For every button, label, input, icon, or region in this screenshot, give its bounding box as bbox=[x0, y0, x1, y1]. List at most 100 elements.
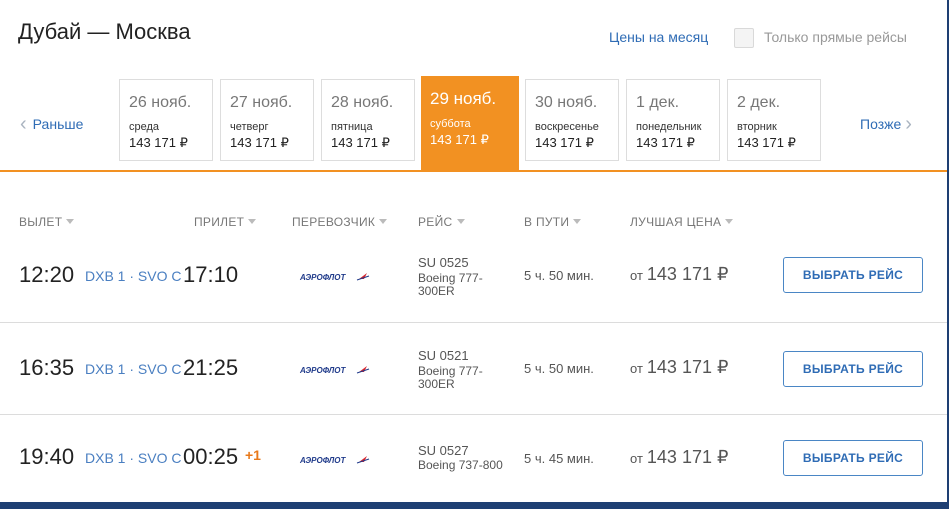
carrier-logo-text: АЭРОФЛОТ bbox=[299, 273, 346, 282]
price-prefix: от bbox=[630, 361, 643, 376]
price-amount: 143 171 ₽ bbox=[646, 264, 729, 284]
date-price: 143 171 ₽ bbox=[331, 135, 390, 150]
aircraft-type: Boeing 737-800 bbox=[418, 458, 503, 472]
date-card[interactable]: 27 нояб. четверг 143 171 ₽ bbox=[220, 79, 314, 161]
date-card[interactable]: 30 нояб. воскресенье 143 171 ₽ bbox=[525, 79, 619, 161]
departure-time: 19:40 bbox=[19, 444, 75, 469]
sort-caret-icon bbox=[379, 219, 388, 224]
column-header-departure[interactable]: ВЫЛЕТ bbox=[19, 215, 75, 229]
sort-caret-icon bbox=[248, 219, 257, 224]
date-card[interactable]: 28 нояб. пятница 143 171 ₽ bbox=[321, 79, 415, 161]
column-label: ПРИЛЕТ bbox=[194, 215, 245, 229]
departure-time: 16:35 bbox=[19, 355, 75, 380]
weekday-label: среда bbox=[129, 121, 160, 133]
date-card[interactable]: 26 нояб. среда 143 171 ₽ bbox=[119, 79, 213, 161]
column-label: РЕЙС bbox=[418, 215, 453, 229]
date-price: 143 171 ₽ bbox=[737, 135, 796, 150]
weekday-label: пятница bbox=[331, 121, 373, 133]
weekday-label: воскресенье bbox=[535, 121, 599, 133]
price-prefix: от bbox=[630, 451, 643, 466]
flight-price: от 143 171 ₽ bbox=[630, 264, 728, 285]
column-header-carrier[interactable]: ПЕРЕВОЗЧИК bbox=[292, 215, 388, 229]
date-label: 28 нояб. bbox=[331, 94, 394, 111]
flight-search-results: Дубай — Москва Цены на месяц Только прям… bbox=[0, 0, 949, 509]
date-label: 30 нояб. bbox=[535, 94, 598, 111]
later-label: Позже bbox=[860, 116, 902, 132]
date-price: 143 171 ₽ bbox=[535, 135, 594, 150]
departure-time: 12:20 bbox=[19, 262, 75, 287]
date-card[interactable]: 2 дек. вторник 143 171 ₽ bbox=[727, 79, 821, 161]
window-frame-bottom bbox=[0, 502, 949, 509]
weekday-label: понедельник bbox=[636, 121, 702, 133]
month-prices-link[interactable]: Цены на месяц bbox=[609, 29, 708, 45]
flight-duration: 5 ч. 45 мин. bbox=[524, 451, 594, 466]
weekday-label: четверг bbox=[230, 121, 269, 133]
chevron-left-icon: ‹ bbox=[20, 113, 27, 135]
aeroflot-logo: АЭРОФЛОТ bbox=[299, 366, 370, 375]
column-label: ПЕРЕВОЗЧИК bbox=[292, 215, 376, 229]
sort-caret-icon bbox=[456, 219, 465, 224]
aeroflot-logo: АЭРОФЛОТ bbox=[299, 456, 370, 465]
flight-number: SU 0525 bbox=[418, 255, 469, 270]
airport-codes: DXB 1 · SVO C bbox=[85, 361, 182, 377]
date-label: 26 нояб. bbox=[129, 94, 192, 111]
date-label: 2 дек. bbox=[737, 94, 781, 111]
sort-caret-icon bbox=[573, 219, 582, 224]
date-selector: 26 нояб. среда 143 171 ₽ 27 нояб. четвер… bbox=[119, 76, 839, 171]
weekday-label: вторник bbox=[737, 121, 777, 133]
column-header-arrival[interactable]: ПРИЛЕТ bbox=[194, 215, 257, 229]
price-prefix: от bbox=[630, 268, 643, 283]
date-price: 143 171 ₽ bbox=[230, 135, 289, 150]
arrival-time: 00:25 bbox=[183, 444, 239, 469]
aircraft-type: Boeing 777-300ER bbox=[418, 271, 483, 298]
date-card[interactable]: 1 дек. понедельник 143 171 ₽ bbox=[626, 79, 720, 161]
price-amount: 143 171 ₽ bbox=[646, 447, 729, 467]
sort-caret-icon bbox=[66, 219, 75, 224]
column-header-duration[interactable]: В ПУТИ bbox=[524, 215, 582, 229]
next-day-badge: +1 bbox=[245, 447, 261, 463]
airport-codes: DXB 1 · SVO C bbox=[85, 450, 182, 466]
aircraft-type: Boeing 777-300ER bbox=[418, 364, 483, 391]
select-flight-button[interactable]: ВЫБРАТЬ РЕЙС bbox=[783, 440, 923, 476]
chevron-right-icon: › bbox=[905, 113, 912, 135]
date-label: 29 нояб. bbox=[430, 89, 497, 108]
weekday-label: суббота bbox=[430, 118, 471, 130]
airport-codes: DXB 1 · SVO C bbox=[85, 268, 182, 284]
flight-row: 19:40 DXB 1 · SVO C 00:25 +1 АЭРОФЛОТ SU… bbox=[0, 415, 947, 502]
date-price: 143 171 ₽ bbox=[129, 135, 188, 150]
flight-duration: 5 ч. 50 мин. bbox=[524, 361, 594, 376]
date-price: 143 171 ₽ bbox=[636, 135, 695, 150]
page-title: Дубай — Москва bbox=[18, 19, 191, 44]
later-dates-button[interactable]: Позже › bbox=[860, 113, 912, 135]
carrier-logo-text: АЭРОФЛОТ bbox=[299, 456, 346, 465]
date-card-selected[interactable]: 29 нояб. суббота 143 171 ₽ bbox=[421, 76, 519, 171]
flight-row: 16:35 DXB 1 · SVO C 21:25 АЭРОФЛОТ SU 05… bbox=[0, 323, 947, 414]
flight-number: SU 0527 bbox=[418, 443, 469, 458]
column-label: ЛУЧШАЯ ЦЕНА bbox=[630, 215, 722, 229]
price-amount: 143 171 ₽ bbox=[646, 357, 729, 377]
direct-only-label[interactable]: Только прямые рейсы bbox=[764, 29, 907, 45]
flight-price: от 143 171 ₽ bbox=[630, 447, 728, 468]
direct-only-checkbox[interactable] bbox=[734, 28, 754, 48]
date-label: 1 дек. bbox=[636, 94, 680, 111]
select-flight-button[interactable]: ВЫБРАТЬ РЕЙС bbox=[783, 351, 923, 387]
header-divider bbox=[0, 170, 947, 172]
column-header-price[interactable]: ЛУЧШАЯ ЦЕНА bbox=[630, 215, 734, 229]
flight-duration: 5 ч. 50 мин. bbox=[524, 268, 594, 283]
date-price: 143 171 ₽ bbox=[430, 132, 489, 147]
column-label: ВЫЛЕТ bbox=[19, 215, 63, 229]
flight-number: SU 0521 bbox=[418, 348, 469, 363]
column-header-flight[interactable]: РЕЙС bbox=[418, 215, 465, 229]
aeroflot-logo: АЭРОФЛОТ bbox=[299, 273, 370, 282]
select-flight-button[interactable]: ВЫБРАТЬ РЕЙС bbox=[783, 257, 923, 293]
column-label: В ПУТИ bbox=[524, 215, 570, 229]
date-label: 27 нояб. bbox=[230, 94, 293, 111]
arrival-time: 17:10 bbox=[183, 262, 239, 287]
flight-price: от 143 171 ₽ bbox=[630, 357, 728, 378]
arrival-time: 21:25 bbox=[183, 355, 239, 380]
sort-caret-icon bbox=[725, 219, 734, 224]
earlier-label: Раньше bbox=[32, 116, 84, 132]
earlier-dates-button[interactable]: ‹ Раньше bbox=[20, 113, 84, 135]
carrier-logo-text: АЭРОФЛОТ bbox=[299, 366, 346, 375]
flight-row: 12:20 DXB 1 · SVO C 17:10 АЭРОФЛОТ SU 05… bbox=[0, 230, 947, 322]
